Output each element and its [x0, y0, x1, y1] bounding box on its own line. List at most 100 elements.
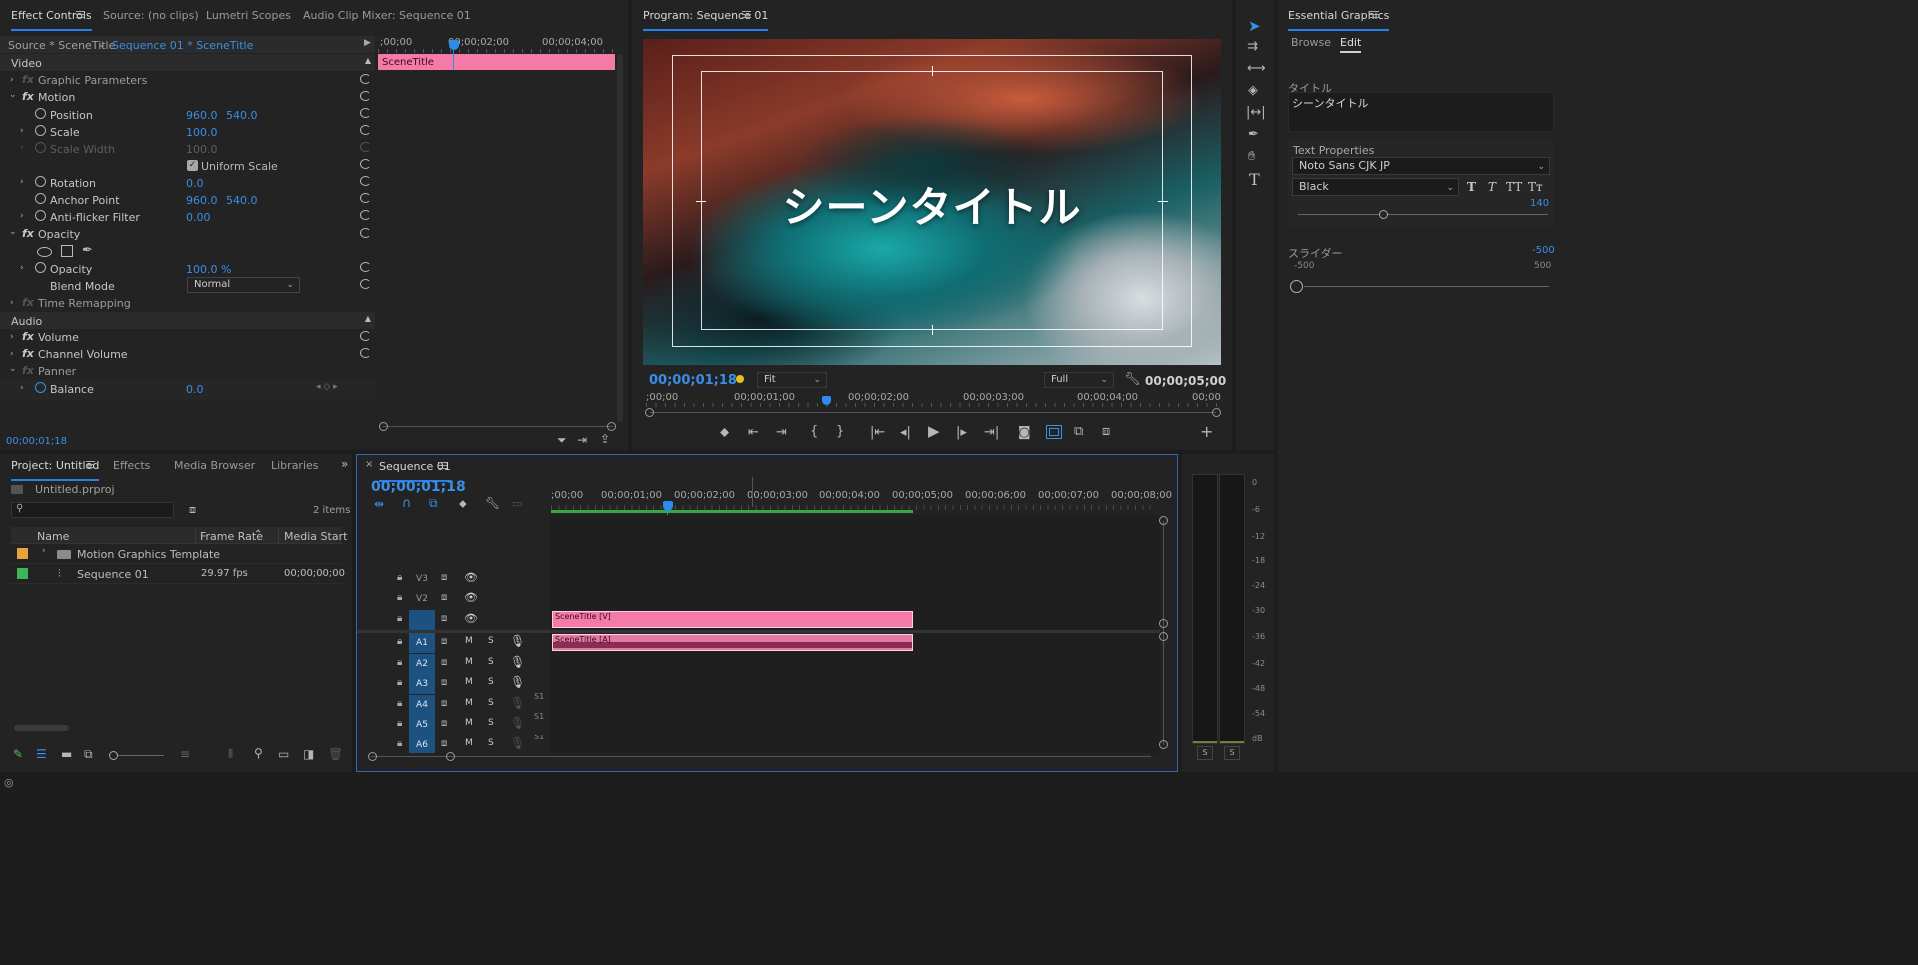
- tab-libraries[interactable]: Libraries: [271, 459, 319, 472]
- reset-icon[interactable]: [360, 279, 371, 289]
- play-audio-icon[interactable]: ⇥: [577, 434, 587, 446]
- microphone-icon[interactable]: 🎙︎: [510, 716, 525, 730]
- expand-chevron-icon[interactable]: ›: [10, 298, 14, 308]
- sync-lock-icon[interactable]: ⧈: [441, 718, 447, 729]
- list-item[interactable]: ⫶ Sequence 01 29.97 fps 00;00;00;00: [11, 564, 345, 584]
- reset-icon[interactable]: [360, 159, 371, 169]
- stopwatch-icon[interactable]: [35, 176, 46, 187]
- italic-button[interactable]: T: [1488, 180, 1496, 194]
- track-a5[interactable]: 🔒︎ A5 ⧈ M S 🎙︎ S1: [387, 712, 550, 735]
- track-a4[interactable]: 🔒︎ A4 ⧈ M S 🎙︎ S1: [387, 692, 550, 715]
- export-icon[interactable]: ⇪: [600, 433, 610, 445]
- lock-icon[interactable]: 🔒︎: [397, 677, 402, 688]
- expand-chevron-icon[interactable]: ›: [20, 211, 24, 221]
- lock-icon[interactable]: 🔒︎: [397, 592, 402, 603]
- hand-tool-icon[interactable]: ✋︎: [1248, 150, 1255, 163]
- track-v2[interactable]: 🔒︎ V2 ⧈ 👁︎: [387, 589, 550, 609]
- go-to-in-icon[interactable]: |⇤: [870, 426, 885, 439]
- stopwatch-icon[interactable]: [35, 210, 46, 221]
- tl-v-scroll-handle[interactable]: [1159, 516, 1168, 525]
- sync-lock-icon[interactable]: ⧈: [441, 738, 447, 749]
- add-marker-icon[interactable]: ⬥: [720, 426, 729, 439]
- automate-to-sequence-icon[interactable]: ⫴: [228, 748, 233, 760]
- lock-icon[interactable]: 🔒︎: [397, 613, 402, 624]
- zoom-slider-track[interactable]: [118, 755, 164, 756]
- chevron-down-icon[interactable]: ⌄: [98, 40, 106, 50]
- scale-value[interactable]: 100.0: [186, 126, 218, 139]
- track-target-a6[interactable]: A6: [409, 735, 435, 753]
- pencil-icon[interactable]: ✎: [13, 747, 23, 761]
- microphone-icon[interactable]: 🎙︎: [510, 675, 525, 689]
- resolution-dropdown[interactable]: Full ⌄: [1044, 372, 1114, 388]
- anchor-x-value[interactable]: 960.0: [186, 194, 218, 207]
- solo-left-button[interactable]: S: [1197, 746, 1213, 760]
- sync-lock-icon[interactable]: ⧈: [441, 592, 447, 603]
- track-a1[interactable]: 🔒︎ A1 ⧈ M S 🎙︎: [387, 633, 550, 653]
- tl-h-scroll-handle-left[interactable]: [368, 752, 377, 761]
- ec-scroll-handle-right[interactable]: [607, 422, 616, 431]
- eye-icon[interactable]: 👁︎: [464, 571, 478, 584]
- new-bin-icon[interactable]: ▭: [278, 748, 289, 760]
- lock-icon[interactable]: 🔒︎: [397, 636, 402, 647]
- collapse-up-icon[interactable]: ▲: [365, 56, 371, 65]
- project-search-input[interactable]: ⚲: [11, 502, 174, 518]
- all-caps-button[interactable]: TT: [1506, 180, 1522, 194]
- mute-button[interactable]: M: [465, 738, 473, 748]
- slider-control-handle[interactable]: [1290, 280, 1303, 293]
- sequence-label[interactable]: Sequence 01 * SceneTitle: [112, 39, 253, 52]
- microphone-icon[interactable]: 🎙︎: [510, 655, 525, 669]
- pm-zoom-handle-right[interactable]: [1212, 408, 1221, 417]
- linked-selection-icon[interactable]: ⧉: [429, 497, 438, 509]
- tab-media-browser[interactable]: Media Browser: [174, 459, 255, 472]
- microphone-icon[interactable]: 🎙︎: [510, 736, 525, 750]
- tl-v-scroll-handle[interactable]: [1159, 632, 1168, 641]
- export-frame-camera-icon[interactable]: ◙: [1018, 426, 1031, 439]
- play-icon[interactable]: ▶: [928, 424, 940, 439]
- tl-v-scroll-handle[interactable]: [1159, 740, 1168, 749]
- sort-ascending-icon[interactable]: ⌃: [254, 529, 262, 540]
- play-only-arrow-icon[interactable]: ▶: [364, 38, 371, 48]
- track-v3[interactable]: 🔒︎ V3 ⧈ 👁︎: [387, 569, 550, 589]
- pen-tool-icon[interactable]: ✒: [1248, 128, 1259, 141]
- program-playhead-timecode[interactable]: 00;00;01;18: [649, 373, 737, 388]
- reset-icon[interactable]: [360, 108, 371, 118]
- sort-icons-icon[interactable]: ≡: [180, 748, 190, 760]
- font-family-dropdown[interactable]: Noto Sans CJK JP ⌄: [1292, 157, 1550, 175]
- tab-browse[interactable]: Browse: [1291, 36, 1331, 49]
- expand-chevron-icon[interactable]: ›: [20, 177, 24, 187]
- slip-tool-icon[interactable]: |↔|: [1246, 106, 1266, 119]
- ec-playhead-marker[interactable]: [449, 40, 459, 50]
- collapse-chevron-icon[interactable]: ⌄: [9, 364, 17, 374]
- column-media-start[interactable]: Media Start: [284, 530, 347, 543]
- reset-icon[interactable]: [360, 74, 371, 84]
- reset-icon[interactable]: [360, 125, 371, 135]
- go-to-out-icon[interactable]: ⇥|: [984, 426, 999, 439]
- ec-scroll-track[interactable]: [383, 426, 613, 427]
- label-color-swatch[interactable]: [17, 568, 28, 579]
- more-panels-icon[interactable]: »: [341, 457, 348, 471]
- font-size-value[interactable]: 140: [1530, 198, 1549, 209]
- panel-menu-icon[interactable]: [76, 11, 85, 18]
- new-item-icon[interactable]: ◨: [303, 748, 314, 760]
- track-target-a5[interactable]: A5: [409, 715, 435, 735]
- tab-lumetri-scopes[interactable]: Lumetri Scopes: [206, 9, 291, 22]
- captions-icon[interactable]: ▭: [512, 498, 522, 509]
- track-target-a4[interactable]: A4: [409, 695, 435, 715]
- tab-effects[interactable]: Effects: [113, 459, 150, 472]
- microphone-icon[interactable]: 🎙︎: [510, 696, 525, 710]
- timeline-settings-wrench-icon[interactable]: 🔧︎: [485, 497, 500, 509]
- project-h-scrollbar[interactable]: [14, 725, 69, 731]
- close-tab-icon[interactable]: ×: [365, 459, 373, 470]
- expand-chevron-icon[interactable]: ›: [10, 349, 14, 359]
- eye-icon[interactable]: 👁︎: [464, 591, 478, 604]
- zoom-fit-dropdown[interactable]: Fit ⌄: [757, 372, 827, 388]
- tl-h-scroll-track[interactable]: [371, 756, 1151, 757]
- eye-icon[interactable]: 👁︎: [464, 612, 478, 625]
- mute-button[interactable]: M: [465, 677, 473, 687]
- snap-magnet-icon[interactable]: ∩: [402, 497, 412, 510]
- tab-edit[interactable]: Edit: [1340, 36, 1362, 53]
- solo-button[interactable]: S: [488, 698, 494, 708]
- track-a6[interactable]: 🔒︎ A6 ⧈ M S 🎙︎ S1: [387, 735, 550, 753]
- expand-chevron-icon[interactable]: ›: [20, 263, 24, 273]
- solo-button[interactable]: S: [488, 657, 494, 667]
